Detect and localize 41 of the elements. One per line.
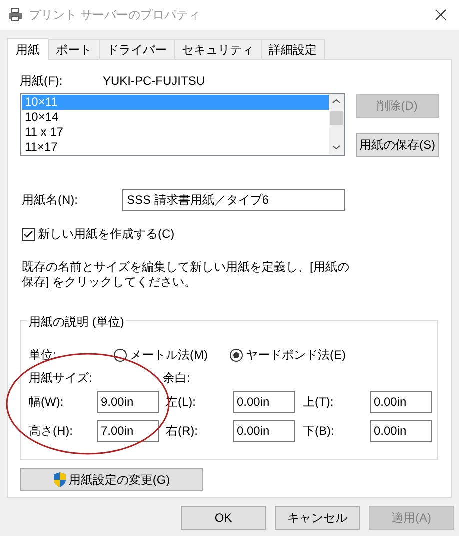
field-label: 幅(W): bbox=[29, 394, 65, 411]
shield-icon bbox=[52, 472, 67, 488]
tab[interactable]: ドライバー bbox=[99, 39, 175, 59]
field-label: 用紙サイズ: bbox=[29, 370, 94, 387]
text-field[interactable]: 0.00in bbox=[233, 420, 295, 442]
scrollbar[interactable] bbox=[329, 94, 344, 155]
tab[interactable]: 詳細設定 bbox=[261, 39, 325, 59]
text-field[interactable]: 0.00in bbox=[233, 391, 295, 413]
field-label: 下(B): bbox=[303, 423, 336, 440]
group-title: 用紙の説明 (単位) bbox=[27, 313, 126, 331]
printer-icon bbox=[8, 8, 23, 22]
checkbox[interactable] bbox=[22, 228, 35, 240]
field-label: 用紙(F): bbox=[20, 73, 64, 90]
field-label: 右(R): bbox=[166, 423, 199, 440]
list-item[interactable]: 10×14 bbox=[22, 110, 329, 125]
field-label: 用紙名(N): bbox=[22, 192, 79, 209]
checkbox-label: 新しい用紙を作成する(C) bbox=[38, 226, 175, 243]
list-item[interactable]: 11 x 17 bbox=[22, 125, 329, 140]
button[interactable]: キャンセル bbox=[275, 506, 360, 530]
text-field[interactable]: 7.00in bbox=[97, 420, 159, 442]
text-field[interactable]: 0.00in bbox=[370, 420, 432, 442]
tab[interactable]: 用紙 bbox=[7, 38, 49, 60]
field-label: 高さ(H): bbox=[29, 423, 74, 440]
instruction-text: 既存の名前とサイズを編集して新しい用紙を定義し、[用紙の保存] をクリックしてください。 bbox=[21, 260, 350, 290]
radio-button[interactable] bbox=[230, 348, 243, 362]
text-field[interactable]: SSS 請求書用紙／タイプ6 bbox=[122, 189, 345, 211]
tab[interactable]: セキュリティ bbox=[174, 39, 262, 59]
text-field[interactable]: 9.00in bbox=[97, 391, 159, 413]
field-label: 上(T): bbox=[303, 394, 335, 411]
button[interactable]: OK bbox=[181, 506, 266, 530]
paper-list[interactable]: 10×11 10×14 11 x 17 11×17 bbox=[20, 93, 345, 156]
change-settings-button[interactable]: 用紙設定の変更(G) bbox=[20, 468, 203, 491]
window-title: プリント サーバーのプロパティ bbox=[29, 7, 200, 24]
text-field[interactable]: 0.00in bbox=[370, 391, 432, 413]
close-icon[interactable] bbox=[435, 9, 447, 21]
radio-label: メートル法(M) bbox=[130, 347, 208, 364]
radio-label: ヤードポンド法(E) bbox=[246, 347, 346, 364]
field-label: 余白: bbox=[163, 370, 190, 387]
server-name: YUKI-PC-FUJITSU bbox=[103, 73, 205, 90]
list-item[interactable]: 11×17 bbox=[22, 140, 329, 155]
button[interactable]: 用紙の保存(S) bbox=[356, 133, 439, 157]
